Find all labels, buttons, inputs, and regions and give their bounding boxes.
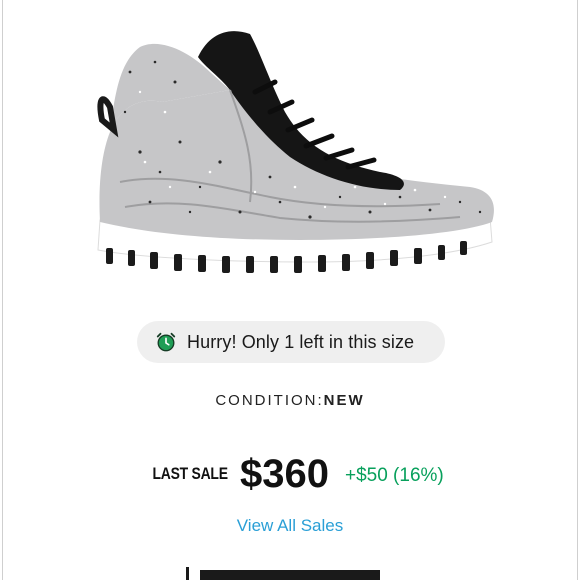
urgency-text: Hurry! Only 1 left in this size: [187, 331, 415, 352]
condition-value: NEW: [323, 392, 365, 409]
product-image[interactable]: [80, 12, 510, 282]
bottom-action-bar[interactable]: [200, 570, 380, 580]
urgency-badge: Hurry! Only 1 left in this size: [137, 321, 445, 363]
last-sale-price: $360: [240, 451, 329, 496]
price-change: +$50 (16%): [344, 465, 444, 486]
last-sale-row: LAST SALE $360 +$50 (16%): [0, 448, 580, 500]
bottom-bar-edge: [186, 567, 189, 580]
condition-label: CONDITION:: [215, 392, 324, 409]
last-sale-label: LAST SALE: [152, 464, 228, 483]
view-all-sales-link[interactable]: View All Sales: [0, 516, 580, 536]
alarm-clock-icon: [156, 332, 176, 352]
condition-line: CONDITION:NEW: [0, 392, 580, 409]
